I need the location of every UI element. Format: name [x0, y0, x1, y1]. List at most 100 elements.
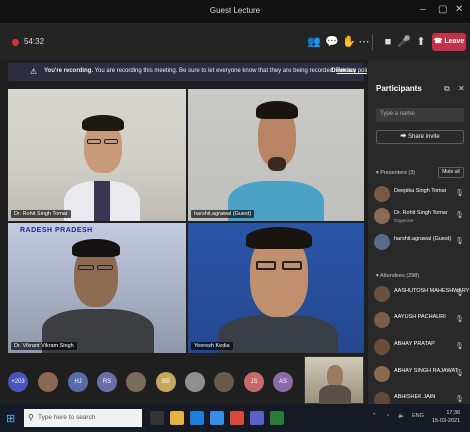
participant-name: AAYUSH PACHAURI: [394, 314, 446, 320]
participant-search-input[interactable]: Type a name: [376, 108, 464, 122]
participant-avatar[interactable]: BB: [156, 372, 176, 392]
chat-icon[interactable]: 💬: [324, 34, 340, 50]
title-bar: Guest Lecture – ▢ ✕: [0, 0, 470, 24]
participant-name-tag: harshit.agrawal (Guest): [191, 210, 255, 218]
participant-avatar[interactable]: [185, 372, 205, 392]
video-tile[interactable]: RADESH PRADESH Dr. Vikrant Vikram Singh: [8, 223, 186, 353]
participant-avatar[interactable]: RS: [97, 372, 117, 392]
banner-lead: You're recording.: [44, 68, 93, 74]
maximize-icon[interactable]: ▢: [438, 4, 447, 15]
taskbar-search-box[interactable]: ⚲ Type here to search: [24, 409, 142, 427]
presenters-header[interactable]: ▾ Presenters (3): [376, 170, 415, 176]
muted-mic-icon[interactable]: 🎙: [455, 189, 464, 197]
tray-chevron-icon[interactable]: ⌃: [372, 413, 377, 419]
video-tile[interactable]: Yeeresh Kedia: [188, 223, 364, 353]
participant-avatar[interactable]: AS: [273, 372, 293, 392]
leave-button[interactable]: ☎ Leave: [432, 33, 466, 51]
presenter-row[interactable]: Deepika Singh Tomar 🎙: [372, 184, 468, 206]
volume-icon[interactable]: 🔈: [398, 413, 405, 419]
glasses-icon: [104, 139, 118, 144]
self-view-video[interactable]: [304, 356, 364, 405]
participants-panel: Participants ⧉ ✕ Type a name ⮕ Share inv…: [367, 60, 470, 408]
muted-mic-icon[interactable]: 🎙: [455, 237, 464, 245]
share-invite-label: Share invite: [407, 134, 440, 140]
avatar: [374, 366, 390, 382]
muted-mic-icon[interactable]: 🎙: [455, 342, 464, 350]
participant-name-tag: Dr. Vikrant Vikram Singh: [11, 342, 77, 350]
video-tile[interactable]: Dr. Rohit Singh Tomar: [8, 89, 186, 221]
video-tile[interactable]: harshit.agrawal (Guest): [188, 89, 364, 221]
participant-avatar[interactable]: [214, 372, 234, 392]
overflow-participants-row: +203 HJ RS BB JS AS: [8, 366, 304, 396]
clock-time: 17:36: [446, 410, 461, 416]
raise-hand-icon[interactable]: ✋: [341, 34, 357, 50]
share-invite-button[interactable]: ⮕ Share invite: [376, 130, 464, 144]
pop-out-icon[interactable]: ⧉: [444, 84, 450, 94]
person-hair: [256, 101, 298, 119]
muted-mic-icon[interactable]: 🎙: [455, 211, 464, 219]
teams-icon[interactable]: [250, 411, 264, 425]
participant-name: ABHISHEK JAIN: [394, 394, 436, 400]
participant-name: ABHAY SINGH RAJAWAT: [394, 368, 459, 374]
participant-avatar[interactable]: JS: [244, 372, 264, 392]
more-actions-icon[interactable]: ⋯: [356, 34, 372, 50]
windows-start-icon[interactable]: ⊞: [6, 412, 15, 425]
attendee-row[interactable]: AAYUSH PACHAURI 🎙: [372, 310, 468, 332]
phone-icon: ☎: [433, 38, 445, 45]
participant-avatar[interactable]: [126, 372, 146, 392]
store-icon[interactable]: [210, 411, 224, 425]
presenters-label: Presenters (3): [380, 170, 416, 176]
person-hair: [72, 239, 120, 257]
language-indicator[interactable]: ENG: [412, 413, 424, 419]
presenter-row[interactable]: Dr. Rohit Singh Tomar Organizer 🎙: [372, 206, 468, 228]
person-head: [327, 365, 343, 387]
person-body: [218, 315, 338, 353]
minimize-icon[interactable]: –: [420, 4, 426, 15]
camera-icon[interactable]: ■: [380, 34, 396, 50]
muted-mic-icon[interactable]: 🎙: [455, 315, 464, 323]
microphone-icon[interactable]: 🎤: [396, 34, 412, 50]
presenter-row[interactable]: harshit.agrawal (Guest) 🎙: [372, 232, 468, 254]
file-explorer-icon[interactable]: [170, 411, 184, 425]
person-tie: [94, 181, 110, 221]
glasses-icon: [87, 139, 101, 144]
attendee-row[interactable]: AASHUTOSH MAHESHWARY 🎙: [372, 284, 469, 306]
panel-title: Participants: [376, 84, 422, 93]
task-view-icon[interactable]: [150, 411, 164, 425]
toolbar-divider: [372, 34, 373, 50]
network-icon[interactable]: ◔: [386, 413, 389, 419]
participant-avatar[interactable]: HJ: [68, 372, 88, 392]
recording-banner: ⚠ You're recording. You are recording th…: [8, 63, 373, 81]
muted-mic-icon[interactable]: 🎙: [455, 395, 464, 403]
participant-avatar[interactable]: [38, 372, 58, 392]
banner-body: You are recording this meeting. Be sure …: [94, 68, 335, 74]
attendees-header[interactable]: ▾ Attendees (298): [376, 273, 419, 279]
avatar: [374, 208, 390, 224]
person-hair: [82, 115, 124, 131]
participant-role: Organizer: [394, 218, 414, 223]
participant-avatar[interactable]: +203: [8, 372, 28, 392]
mute-all-button[interactable]: Mute all: [438, 167, 464, 178]
person-hair: [246, 227, 312, 249]
office-icon[interactable]: [230, 411, 244, 425]
avatar: [374, 186, 390, 202]
attendee-row[interactable]: ABHAY PRATAP 🎙: [372, 337, 468, 359]
taskbar-clock[interactable]: 17:36 15-03-2021: [432, 409, 460, 425]
dismiss-button[interactable]: Dismiss: [331, 67, 356, 74]
participant-name: harshit.agrawal (Guest): [394, 236, 452, 242]
participants-icon[interactable]: 👥: [306, 34, 322, 50]
app-icon[interactable]: [270, 411, 284, 425]
leave-label: Leave: [444, 38, 465, 45]
edge-icon[interactable]: [190, 411, 204, 425]
muted-mic-icon[interactable]: 🎙: [455, 369, 464, 377]
close-icon[interactable]: ✕: [455, 4, 463, 15]
recording-indicator-icon: [12, 39, 19, 46]
window-title: Guest Lecture: [209, 6, 261, 15]
glasses-icon: [97, 265, 113, 270]
share-screen-icon[interactable]: ⬆: [413, 34, 429, 50]
avatar: [374, 286, 390, 302]
warning-icon: ⚠: [30, 67, 38, 76]
close-panel-icon[interactable]: ✕: [458, 84, 465, 93]
attendee-row[interactable]: ABHAY SINGH RAJAWAT 🎙: [372, 364, 468, 386]
muted-mic-icon[interactable]: 🎙: [455, 289, 464, 297]
